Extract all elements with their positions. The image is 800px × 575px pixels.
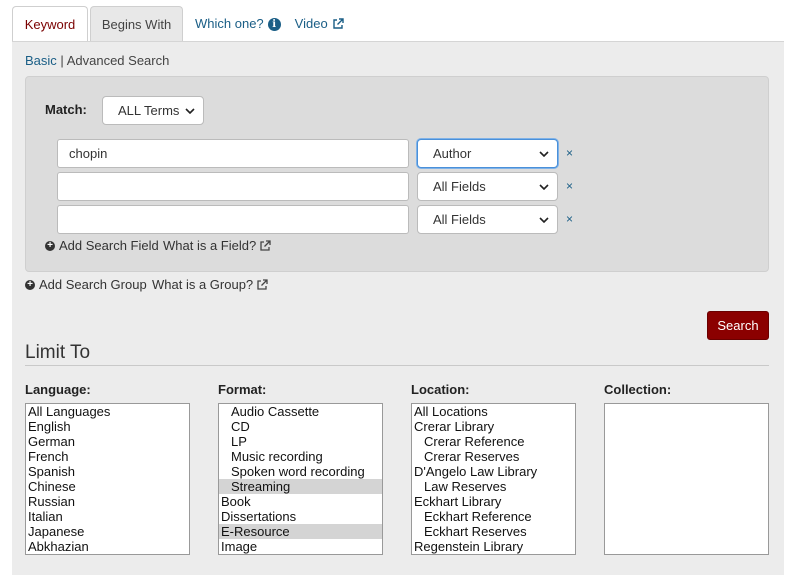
which-one-label: Which one? [195,16,264,31]
language-option[interactable]: Russian [26,494,189,509]
location-option[interactable]: Law Reserves [412,479,575,494]
plus-circle-icon: + [25,279,35,290]
collection-label: Collection: [604,382,672,397]
language-label: Language: [25,382,91,397]
external-link-icon [260,239,271,251]
plus-circle-icon: + [45,240,55,251]
language-option[interactable]: French [26,449,189,464]
format-label: Format: [218,382,267,397]
location-option[interactable]: Regenstein Library [412,539,575,554]
match-select[interactable]: ALL Terms [102,96,204,125]
tab-begins-with[interactable]: Begins With [90,6,183,42]
field-select-3[interactable]: All Fields [417,205,558,234]
format-option[interactable]: CD [219,419,382,434]
format-option[interactable]: E-Resource [219,524,382,539]
field-select-value-1: Author [433,146,472,161]
field-select-1[interactable]: Author [417,139,558,168]
match-label: Match: [45,102,87,117]
add-search-group-label: Add Search Group [39,277,147,292]
remove-field-1-icon[interactable]: × [566,146,573,160]
add-search-field-button[interactable]: + Add Search Field [45,238,159,253]
search-panel: Basic | Advanced Search Match: ALL Terms… [12,41,784,575]
format-option[interactable]: Audio Cassette [219,404,382,419]
which-one-link[interactable]: Which one? i [183,6,281,42]
chevron-down-icon [539,216,549,223]
location-option[interactable]: All Locations [412,404,575,419]
field-select-value-3: All Fields [433,212,486,227]
info-icon: i [267,17,281,31]
limit-divider [25,365,769,366]
match-select-value: ALL Terms [118,103,180,118]
search-tabs: Keyword Begins With Which one? i Video [12,6,344,42]
search-term-input-2[interactable] [57,172,409,201]
format-option[interactable]: Spoken word recording [219,464,382,479]
language-option[interactable]: Abkhazian [26,539,189,554]
add-search-group-button[interactable]: + Add Search Group [25,277,147,292]
video-label: Video [294,16,328,31]
format-option[interactable]: Image [219,539,382,554]
format-listbox[interactable]: Audio Cassette CD LP Music recording Spoken … [218,403,383,555]
chevron-down-icon [185,107,195,114]
limit-to-heading: Limit To [25,342,91,363]
search-term-value-1: chopin [69,146,108,161]
search-term-input-3[interactable] [57,205,409,234]
location-option[interactable]: Eckhart Library [412,494,575,509]
remove-field-3-icon[interactable]: × [566,212,573,226]
chevron-down-icon [539,150,549,157]
what-is-a-group-label: What is a Group? [152,277,254,292]
language-listbox[interactable]: All Languages English German French Spanish C… [25,403,190,555]
video-link[interactable]: Video [281,6,344,42]
language-option[interactable]: All Languages [26,404,189,419]
format-option[interactable]: Music recording [219,449,382,464]
location-option[interactable]: Crerar Library [412,419,575,434]
what-is-a-group-link[interactable]: What is a Group? [152,277,268,292]
language-option[interactable]: Japanese [26,524,189,539]
format-option[interactable]: Streaming [219,479,382,494]
location-option[interactable]: Crerar Reference [412,434,575,449]
advanced-search-link[interactable]: Advanced Search [67,53,170,68]
language-option[interactable]: Spanish [26,464,189,479]
location-option[interactable]: Crerar Reserves [412,449,575,464]
basic-search-link[interactable]: Basic [25,53,57,68]
remove-field-2-icon[interactable]: × [566,179,573,193]
add-search-field-label: Add Search Field [59,238,159,253]
external-link-icon [332,18,344,29]
chevron-down-icon [539,183,549,190]
format-option[interactable]: Book [219,494,382,509]
field-select-2[interactable]: All Fields [417,172,558,201]
location-listbox[interactable]: All Locations Crerar Library Crerar Refere… [411,403,576,555]
collection-listbox[interactable] [604,403,769,555]
language-option[interactable]: German [26,434,189,449]
search-term-input-1[interactable]: chopin [57,139,409,168]
search-group: Match: ALL Terms chopin Author × All Fie… [25,76,769,272]
tab-keyword[interactable]: Keyword [12,6,88,42]
format-option[interactable]: Dissertations [219,509,382,524]
format-option[interactable]: LP [219,434,382,449]
mode-separator: | [60,53,64,68]
search-button[interactable]: Search [707,311,769,340]
what-is-a-field-link[interactable]: What is a Field? [163,238,271,253]
location-label: Location: [411,382,470,397]
location-option[interactable]: Eckhart Reserves [412,524,575,539]
what-is-a-field-label: What is a Field? [163,238,257,253]
location-option[interactable]: D'Angelo Law Library [412,464,575,479]
language-option[interactable]: Italian [26,509,189,524]
external-link-icon [257,278,268,290]
location-option[interactable]: Eckhart Reference [412,509,575,524]
search-mode-links: Basic | Advanced Search [25,53,169,68]
language-option[interactable]: Chinese [26,479,189,494]
language-option[interactable]: English [26,419,189,434]
field-select-value-2: All Fields [433,179,486,194]
